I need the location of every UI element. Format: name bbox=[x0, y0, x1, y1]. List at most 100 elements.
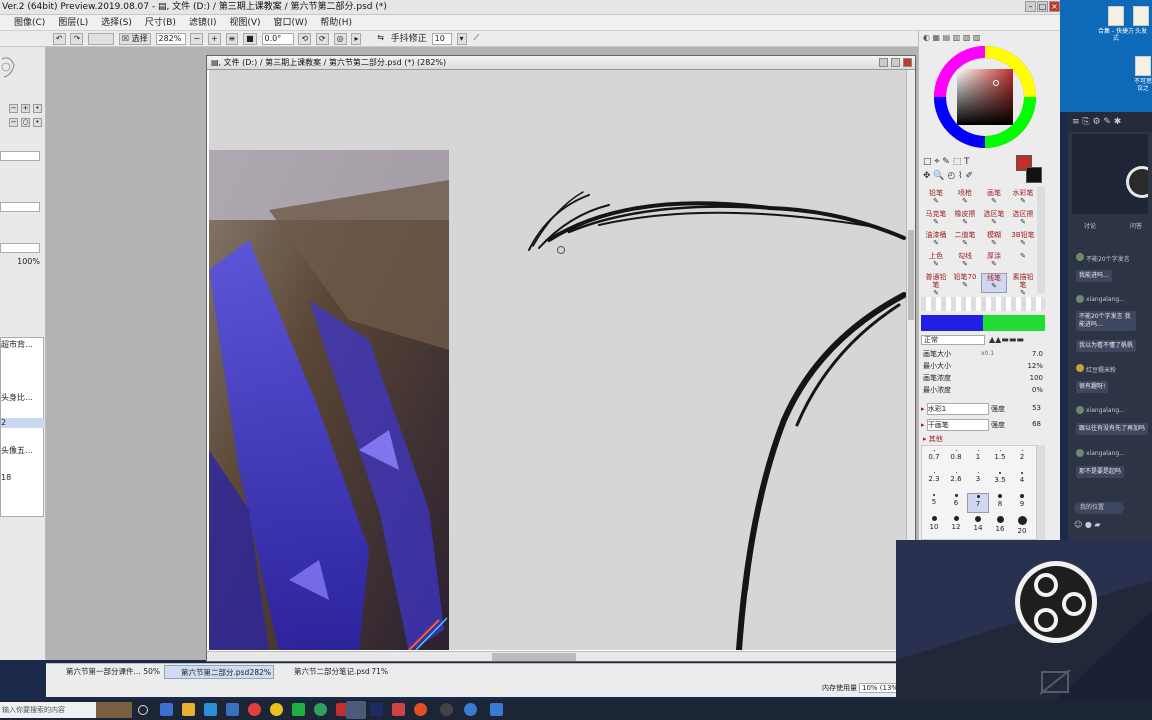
blue-swatch[interactable] bbox=[921, 315, 983, 331]
drawing-canvas[interactable] bbox=[209, 70, 913, 650]
brush-size-option[interactable]: 9 bbox=[1011, 493, 1033, 513]
brush-tool[interactable]: ✎ bbox=[1010, 252, 1036, 272]
brush-tool[interactable]: 选区笔 ✎ bbox=[981, 210, 1007, 230]
navigator-thumbnail[interactable] bbox=[0, 51, 24, 87]
app-icon[interactable] bbox=[392, 703, 405, 716]
brush-size-option[interactable]: 2.6 bbox=[945, 471, 967, 491]
obs-taskbar-icon[interactable] bbox=[440, 703, 453, 716]
chrome-icon[interactable] bbox=[270, 703, 283, 716]
nav-rotate-right-icon[interactable]: ○ bbox=[21, 118, 30, 127]
zoom-reset-icon[interactable]: ≡ bbox=[225, 32, 239, 45]
brush-tool[interactable]: 上色 ✎ bbox=[923, 252, 949, 272]
panel-tab-icons[interactable]: ◐ ▦ ▤ ▥ ▧ ▨ bbox=[923, 33, 1033, 43]
brush-size-option[interactable]: 1 bbox=[967, 449, 989, 469]
rotation-field[interactable]: 0.0° bbox=[261, 32, 294, 45]
minimize-button[interactable]: – bbox=[1025, 1, 1036, 12]
brush-size-scrollbar[interactable] bbox=[1037, 445, 1045, 540]
chat-input[interactable]: 我的位置 bbox=[1074, 502, 1124, 514]
menu-select[interactable]: 选择(S) bbox=[101, 18, 132, 28]
other-section-toggle[interactable]: ▸ 其他 bbox=[923, 434, 943, 444]
menu-layer[interactable]: 图层(L) bbox=[58, 18, 88, 28]
tool-icons[interactable]: □ ⌖ ✎ ⬚ T ✥ 🔍 ◴ ⌇ ✐ bbox=[923, 155, 1009, 185]
menu-size[interactable]: 尺寸(B) bbox=[145, 18, 176, 28]
horizontal-scrollbar[interactable] bbox=[207, 651, 913, 661]
doc-tab[interactable]: 第六节第一部分课件... 50% bbox=[50, 665, 160, 679]
chat-toolbar-icons[interactable]: ≡ ⎘ ⚙ ✎ ✱ bbox=[1068, 112, 1152, 132]
nav-rotate-left-icon[interactable]: − bbox=[9, 118, 18, 127]
app-icon[interactable] bbox=[414, 703, 427, 716]
chat-tab-qa[interactable]: 问答 bbox=[1130, 221, 1142, 230]
explorer-icon[interactable] bbox=[182, 703, 195, 716]
brush-tool[interactable]: 喷枪 ✎ bbox=[952, 189, 978, 209]
brush-tool[interactable]: 3B铅笔 ✎ bbox=[1010, 231, 1036, 251]
doc-minimize-button[interactable] bbox=[879, 58, 888, 67]
brush-size-option[interactable]: 3.5 bbox=[989, 471, 1011, 491]
layer-item[interactable]: 超市背… bbox=[1, 340, 45, 350]
brush-size-option[interactable]: 5 bbox=[923, 493, 945, 513]
layer-item[interactable]: 18 bbox=[1, 473, 45, 483]
sub-color-swatch[interactable] bbox=[1026, 167, 1042, 183]
app-icon[interactable] bbox=[464, 703, 477, 716]
brush-size-option[interactable]: 14 bbox=[967, 515, 989, 535]
brush-size-option[interactable]: 20 bbox=[1011, 515, 1033, 535]
desktop-icon[interactable]: 合集 - 快捷方式 bbox=[1098, 6, 1134, 42]
layer-mode-select[interactable] bbox=[0, 151, 40, 161]
brush-tool[interactable]: 水彩笔 ✎ bbox=[1010, 189, 1036, 209]
sai-icon-active[interactable] bbox=[346, 701, 366, 719]
photoshop-icon[interactable] bbox=[370, 703, 383, 716]
texture-a-row[interactable]: ▸ 水彩1 强度 53 bbox=[921, 403, 1045, 415]
brush-tool[interactable]: 马克笔 ✎ bbox=[923, 210, 949, 230]
nav-fit-icon[interactable]: • bbox=[33, 104, 42, 113]
layer-blend-select[interactable] bbox=[0, 243, 40, 253]
layer-opacity-select[interactable] bbox=[0, 202, 40, 212]
chat-bottom-icons[interactable]: ☺ ● ▰ bbox=[1074, 520, 1101, 529]
app-icon[interactable] bbox=[160, 703, 173, 716]
maximize-button[interactable]: □ bbox=[1037, 1, 1048, 12]
rotate-right-icon[interactable]: ⟳ bbox=[316, 32, 329, 45]
nav-zoom-in-icon[interactable]: + bbox=[21, 104, 30, 113]
app-icon[interactable] bbox=[314, 703, 327, 716]
menu-filter[interactable]: 滤镜(I) bbox=[189, 18, 217, 28]
menu-view[interactable]: 视图(V) bbox=[229, 18, 260, 28]
doc-tab[interactable]: 第六节二部分笔记.psd 71% bbox=[278, 665, 388, 679]
brush-size-option[interactable]: 6 bbox=[945, 493, 967, 513]
app-icon[interactable] bbox=[248, 703, 261, 716]
select-toggle[interactable]: ☒ 选择 bbox=[118, 32, 151, 45]
brush-tool[interactable]: 画笔 ✎ bbox=[981, 189, 1007, 209]
task-view-icon[interactable] bbox=[138, 705, 148, 715]
menu-help[interactable]: 帮助(H) bbox=[320, 18, 352, 28]
layer-item-selected[interactable]: 2 bbox=[1, 418, 45, 428]
brush-tool[interactable]: 油漆桶 ✎ bbox=[923, 231, 949, 251]
rotate-left-icon[interactable]: ⟲ bbox=[298, 32, 312, 45]
brush-size-option[interactable]: 10 bbox=[923, 515, 945, 535]
brush-tool[interactable]: 普通铅笔 ✎ bbox=[923, 273, 949, 297]
app-icon[interactable] bbox=[226, 703, 239, 716]
color-wheel[interactable] bbox=[933, 45, 1037, 149]
brush-property-row[interactable]: 画笔大小 x0.1 7.0 bbox=[923, 349, 1047, 359]
brush-size-option[interactable]: 1.5 bbox=[989, 449, 1011, 469]
nav-reset-icon[interactable]: • bbox=[33, 118, 42, 127]
texture-a-select[interactable]: 水彩1 bbox=[926, 403, 989, 415]
app-icon[interactable] bbox=[490, 703, 503, 716]
texture-b-row[interactable]: ▸ 干画笔 强度 68 bbox=[921, 419, 1045, 431]
brush-size-option[interactable]: 7 bbox=[967, 493, 989, 513]
brush-tool[interactable]: 线笔 ✎ bbox=[981, 273, 1007, 293]
brush-tool[interactable]: 厚涂 ✎ bbox=[981, 252, 1007, 272]
brush-tool[interactable]: 铅笔70 ✎ bbox=[952, 273, 978, 293]
brush-tool[interactable]: 铅笔 ✎ bbox=[923, 189, 949, 209]
brush-size-option[interactable]: 4 bbox=[1011, 471, 1033, 491]
brush-size-option[interactable]: 12 bbox=[945, 515, 967, 535]
zoom-fit-icon[interactable]: ■ bbox=[243, 32, 257, 45]
blend-mode-select[interactable]: 正常 bbox=[921, 335, 985, 345]
stabilizer-field[interactable]: 10 bbox=[431, 32, 452, 45]
zoom-field[interactable]: 282% bbox=[155, 32, 186, 45]
line-tool-icon[interactable]: ⟋ bbox=[471, 33, 481, 45]
green-swatch[interactable] bbox=[983, 315, 1045, 331]
chat-tab-discussion[interactable]: 讨论 bbox=[1084, 221, 1096, 230]
brush-property-row[interactable]: 画笔浓度 100 bbox=[923, 373, 1047, 383]
wechat-icon[interactable] bbox=[292, 703, 305, 716]
mail-icon[interactable] bbox=[204, 703, 217, 716]
brush-size-option[interactable]: 16 bbox=[989, 515, 1011, 535]
menu-window[interactable]: 窗口(W) bbox=[273, 18, 307, 28]
brush-tool[interactable]: 橡皮擦 ✎ bbox=[952, 210, 978, 230]
